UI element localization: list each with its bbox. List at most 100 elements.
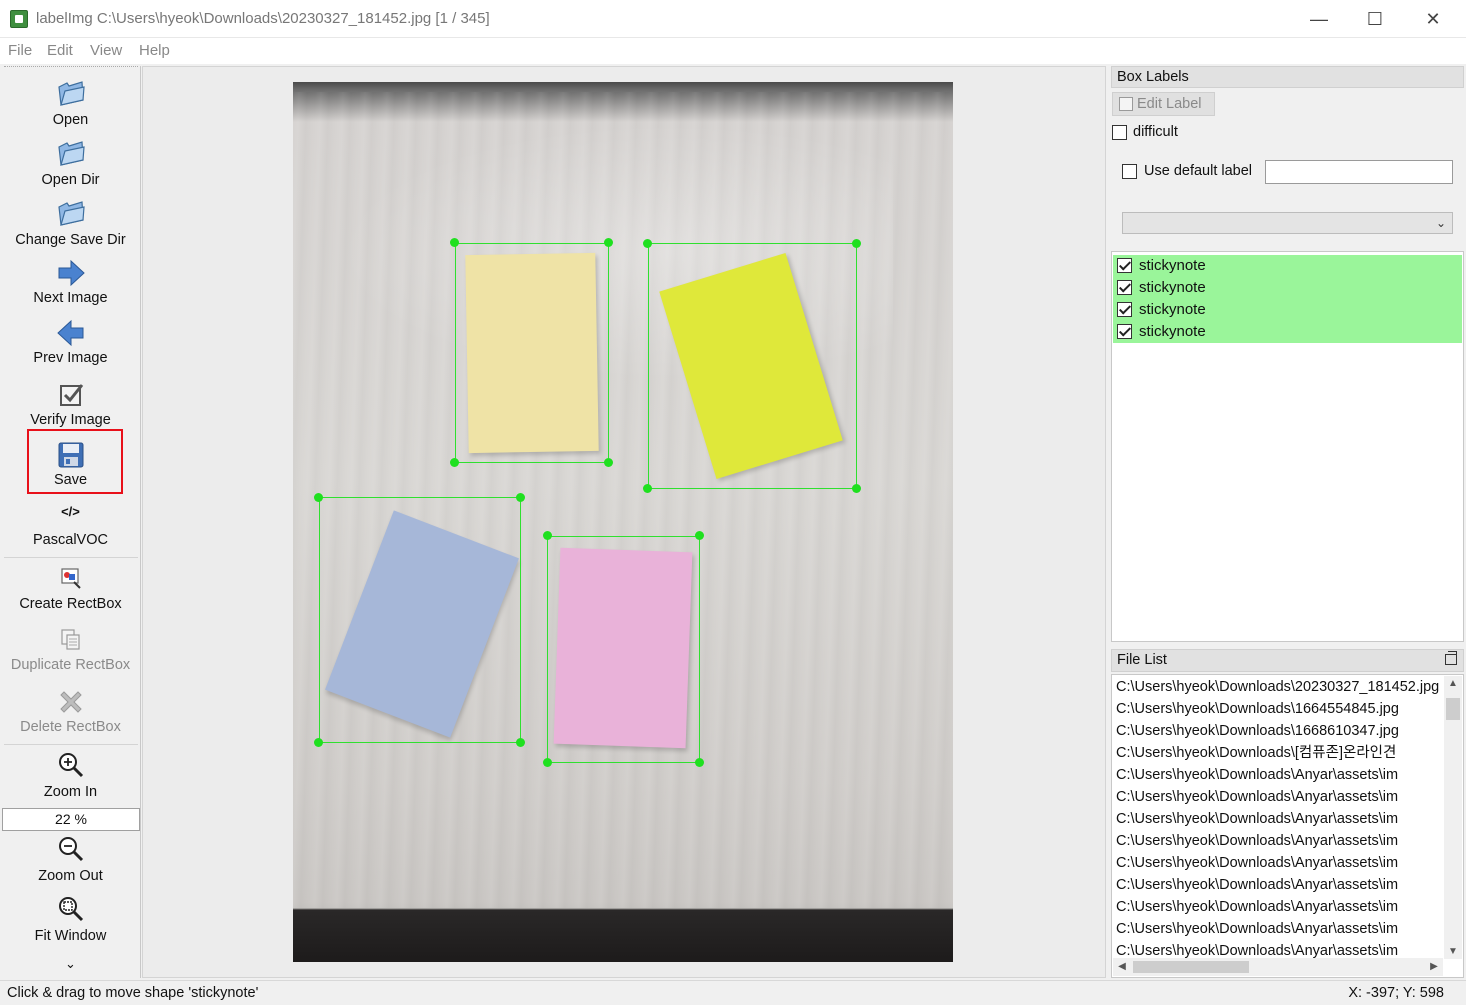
vertical-scroll-thumb[interactable] (1446, 698, 1460, 720)
checkbox-icon (60, 384, 84, 406)
difficult-checkbox[interactable] (1112, 125, 1127, 140)
edit-label-text: Edit Label (1137, 96, 1202, 112)
zoom-out-button[interactable]: Zoom Out (0, 834, 141, 890)
menu-view[interactable]: View (90, 42, 122, 59)
bbox-handle[interactable] (450, 238, 459, 247)
vertical-scrollbar[interactable]: ▲ ▼ (1444, 676, 1462, 959)
label-visible-checkbox[interactable] (1117, 302, 1132, 317)
bbox-stickynote[interactable] (648, 243, 857, 489)
bbox-handle[interactable] (695, 758, 704, 767)
bbox-handle[interactable] (643, 484, 652, 493)
file-list-item[interactable]: C:\Users\hyeok\Downloads\Anyar\assets\im (1116, 852, 1442, 874)
bbox-handle[interactable] (450, 458, 459, 467)
change-save-dir-label: Change Save Dir (15, 232, 126, 248)
bbox-handle[interactable] (314, 493, 323, 502)
bbox-stickynote[interactable] (455, 243, 609, 463)
scroll-right-icon[interactable]: ▶ (1425, 961, 1443, 972)
label-name: stickynote (1139, 279, 1206, 296)
zoom-out-icon (59, 837, 84, 862)
bbox-stickynote[interactable] (319, 497, 521, 743)
bbox-handle[interactable] (643, 239, 652, 248)
default-label-input[interactable] (1265, 160, 1453, 184)
scroll-down-icon[interactable]: ▼ (1444, 946, 1462, 957)
file-list-item[interactable]: C:\Users\hyeok\Downloads\Anyar\assets\im (1116, 808, 1442, 830)
use-default-label-checkbox[interactable] (1122, 164, 1137, 179)
label-visible-checkbox[interactable] (1117, 258, 1132, 273)
close-button[interactable]: ✕ (1404, 0, 1462, 38)
next-image-button[interactable]: Next Image (0, 256, 141, 312)
file-list-item[interactable]: C:\Users\hyeok\Downloads\20230327_181452… (1116, 676, 1442, 698)
bbox-handle[interactable] (516, 493, 525, 502)
status-message: Click & drag to move shape 'stickynote' (7, 985, 259, 1001)
bbox-handle[interactable] (604, 238, 613, 247)
menu-file[interactable]: File (8, 42, 32, 59)
maximize-button[interactable]: ☐ (1346, 0, 1404, 38)
zoom-in-button[interactable]: Zoom In (0, 750, 141, 806)
label-list-item[interactable]: stickynote (1113, 321, 1462, 343)
zoom-in-icon (59, 753, 84, 778)
bbox-handle[interactable] (852, 484, 861, 493)
toolbar: Open Open Dir Change Save Dir Next Image… (0, 66, 141, 978)
menu-bar: File Edit View Help (0, 38, 1466, 64)
label-list[interactable]: stickynote stickynote stickynote stickyn… (1111, 251, 1464, 642)
label-visible-checkbox[interactable] (1117, 324, 1132, 339)
scroll-left-icon[interactable]: ◀ (1113, 961, 1131, 972)
folder-icon (58, 141, 85, 166)
verify-image-button[interactable]: Verify Image (0, 378, 141, 434)
toolbar-extension-button[interactable]: ⌄ (0, 956, 141, 976)
format-label: PascalVOC (33, 532, 108, 548)
image-photo[interactable] (293, 82, 953, 962)
create-rectbox-label: Create RectBox (19, 596, 122, 612)
open-button[interactable]: Open (0, 76, 141, 132)
horizontal-scroll-thumb[interactable] (1133, 961, 1249, 973)
label-list-item[interactable]: stickynote (1113, 299, 1462, 321)
file-list-item[interactable]: C:\Users\hyeok\Downloads\Anyar\assets\im (1116, 830, 1442, 852)
float-dock-icon[interactable] (1445, 651, 1457, 665)
app-icon (10, 10, 28, 28)
label-list-item[interactable]: stickynote (1113, 255, 1462, 277)
file-list-item[interactable]: C:\Users\hyeok\Downloads\1664554845.jpg (1116, 698, 1442, 720)
label-combo-box[interactable]: ⌄ (1122, 212, 1453, 234)
scroll-up-icon[interactable]: ▲ (1444, 678, 1462, 689)
minimize-button[interactable]: — (1290, 0, 1348, 38)
create-rectbox-button[interactable]: Create RectBox (0, 562, 141, 620)
file-list-item[interactable]: C:\Users\hyeok\Downloads\Anyar\assets\im (1116, 764, 1442, 786)
label-visible-checkbox[interactable] (1117, 280, 1132, 295)
chevron-down-icon: ⌄ (65, 956, 76, 971)
bbox-stickynote[interactable] (547, 536, 700, 763)
bbox-handle[interactable] (314, 738, 323, 747)
format-pascalvoc-button[interactable]: </> PascalVOC (0, 498, 141, 554)
file-list-item[interactable]: C:\Users\hyeok\Downloads\Anyar\assets\im (1116, 918, 1442, 940)
folder-icon (58, 201, 85, 226)
folder-icon (58, 81, 85, 106)
bbox-handle[interactable] (852, 239, 861, 248)
difficult-label: difficult (1133, 124, 1178, 140)
bbox-handle[interactable] (516, 738, 525, 747)
label-list-item[interactable]: stickynote (1113, 277, 1462, 299)
file-list-item[interactable]: C:\Users\hyeok\Downloads\[컴퓨존]온라인견 (1116, 742, 1442, 764)
menu-help[interactable]: Help (139, 42, 170, 59)
fit-window-icon (59, 897, 84, 922)
file-list-item[interactable]: C:\Users\hyeok\Downloads\Anyar\assets\im (1116, 896, 1442, 918)
open-dir-button[interactable]: Open Dir (0, 136, 141, 192)
toolbar-divider (4, 557, 138, 558)
bbox-handle[interactable] (695, 531, 704, 540)
delete-rectbox-button[interactable]: Delete RectBox (0, 685, 141, 743)
toolbar-grip[interactable] (4, 66, 138, 69)
file-list-item[interactable]: C:\Users\hyeok\Downloads\Anyar\assets\im (1116, 786, 1442, 808)
bbox-handle[interactable] (543, 758, 552, 767)
prev-image-button[interactable]: Prev Image (0, 316, 141, 372)
change-save-dir-button[interactable]: Change Save Dir (0, 196, 141, 252)
bbox-handle[interactable] (604, 458, 613, 467)
fit-window-button[interactable]: Fit Window (0, 894, 141, 950)
zoom-level-field[interactable]: 22 % (2, 808, 140, 831)
bbox-handle[interactable] (543, 531, 552, 540)
duplicate-rectbox-button[interactable]: Duplicate RectBox (0, 623, 141, 681)
file-list-item[interactable]: C:\Users\hyeok\Downloads\1668610347.jpg (1116, 720, 1442, 742)
box-labels-title: Box Labels (1111, 66, 1464, 88)
file-list[interactable]: C:\Users\hyeok\Downloads\20230327_181452… (1111, 674, 1464, 978)
menu-edit[interactable]: Edit (47, 42, 73, 59)
edit-label-button[interactable]: Edit Label (1112, 92, 1215, 116)
horizontal-scrollbar[interactable]: ◀ ▶ (1113, 958, 1443, 976)
file-list-item[interactable]: C:\Users\hyeok\Downloads\Anyar\assets\im (1116, 874, 1442, 896)
